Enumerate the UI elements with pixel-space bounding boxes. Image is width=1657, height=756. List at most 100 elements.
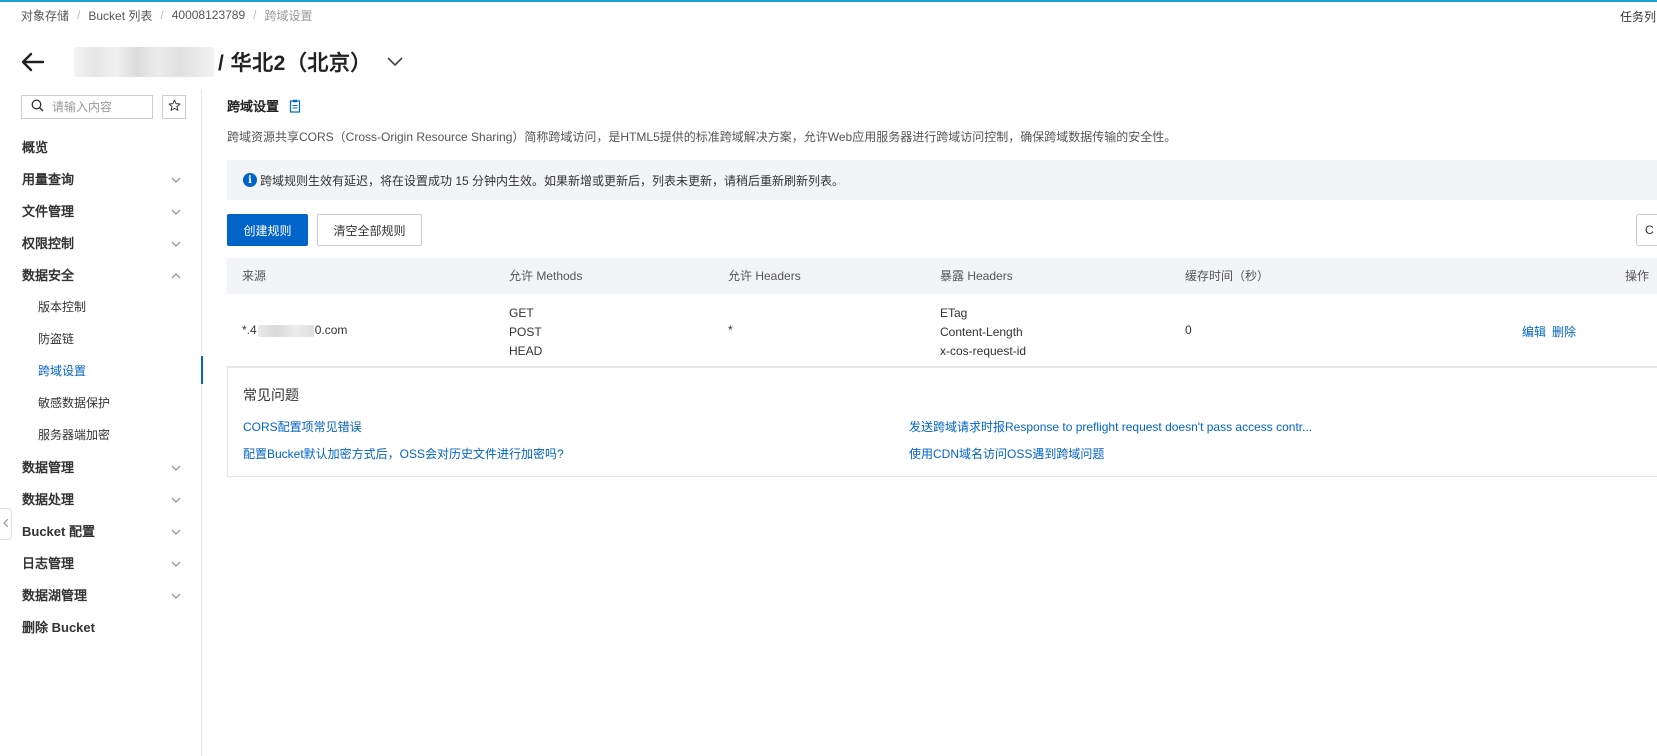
sidebar-item-server-encryption[interactable]: 服务器端加密 xyxy=(0,418,202,450)
chevron-down-icon xyxy=(171,523,181,538)
breadcrumb-current: 跨域设置 xyxy=(264,8,313,23)
sidebar-item-data-management[interactable]: 数据管理 xyxy=(0,450,202,482)
expose-header-value: x-cos-request-id xyxy=(940,344,1027,358)
sidebar-item-usage[interactable]: 用量查询 xyxy=(0,162,202,194)
chevron-up-icon xyxy=(171,267,181,282)
sidebar-item-data-processing[interactable]: 数据处理 xyxy=(0,482,202,514)
delete-link[interactable]: 删除 xyxy=(1552,323,1657,340)
breadcrumb-bucket-id[interactable]: 40008123789 xyxy=(172,8,245,22)
sidebar-item-overview[interactable]: 概览 xyxy=(0,130,202,162)
sidebar: 概览 用量查询 文件管理 权限控制 数据安全 版本控制 防盗链 跨域设置 敏感数… xyxy=(0,90,203,756)
chevron-down-icon[interactable] xyxy=(386,53,404,71)
column-header-cache-time: 缓存时间（秒） xyxy=(1185,269,1270,283)
sidebar-search[interactable] xyxy=(21,95,153,119)
sidebar-item-bucket-config[interactable]: Bucket 配置 xyxy=(0,514,202,546)
sidebar-item-versioning[interactable]: 版本控制 xyxy=(0,290,202,322)
section-header: 跨域设置 xyxy=(227,96,301,115)
section-title: 跨域设置 xyxy=(227,99,280,114)
notice-text: 跨域规则生效有延迟，将在设置成功 15 分钟内生效。如果新增或更新后，列表未更新… xyxy=(260,173,845,188)
method-value: GET xyxy=(509,306,534,320)
sidebar-item-cors[interactable]: 跨域设置 xyxy=(0,354,203,386)
breadcrumb-separator: / xyxy=(253,8,257,22)
sidebar-nav: 概览 用量查询 文件管理 权限控制 数据安全 版本控制 防盗链 跨域设置 敏感数… xyxy=(0,130,203,642)
favorite-star-button[interactable] xyxy=(162,95,186,119)
sidebar-item-label: 日志管理 xyxy=(22,555,75,571)
chevron-down-icon xyxy=(171,235,181,250)
column-header-methods: 允许 Methods xyxy=(509,269,583,283)
table-row: *.4 0.com GET POST HEAD * ETag Content-Le… xyxy=(227,294,1657,368)
star-icon xyxy=(168,99,181,115)
origin-suffix: 0.com xyxy=(314,323,348,337)
breadcrumb-bucket-list[interactable]: Bucket 列表 xyxy=(88,7,152,24)
sidebar-item-label: 文件管理 xyxy=(22,203,75,219)
breadcrumb-object-storage[interactable]: 对象存储 xyxy=(21,7,69,24)
search-input[interactable] xyxy=(52,100,147,114)
document-icon[interactable] xyxy=(289,99,301,113)
edit-link[interactable]: 编辑 xyxy=(1522,323,1546,340)
sidebar-item-delete-bucket[interactable]: 删除 Bucket xyxy=(0,610,202,642)
chevron-down-icon xyxy=(171,459,181,474)
chevron-down-icon xyxy=(171,203,181,218)
method-value: HEAD xyxy=(509,344,543,358)
chevron-down-icon xyxy=(171,171,181,186)
expose-header-value: Content-Length xyxy=(940,325,1023,339)
info-icon: i xyxy=(243,173,257,187)
bucket-name-redacted xyxy=(74,47,214,77)
page-title-row: / 华北2（北京） xyxy=(20,45,404,79)
sidebar-item-data-lake[interactable]: 数据湖管理 xyxy=(0,578,202,610)
cell-origin: *.4 0.com xyxy=(242,323,347,337)
notice-banner: i 跨域规则生效有延迟，将在设置成功 15 分钟内生效。如果新增或更新后，列表未… xyxy=(227,160,1657,200)
sidebar-item-label: 数据湖管理 xyxy=(22,587,88,603)
sidebar-item-label: 用量查询 xyxy=(22,171,75,187)
cell-expose-headers: ETag Content-Length x-cos-request-id xyxy=(940,304,1026,361)
sidebar-item-sensitive-data[interactable]: 敏感数据保护 xyxy=(0,386,202,418)
refresh-button[interactable]: C xyxy=(1636,214,1657,246)
faq-title: 常见问题 xyxy=(243,387,299,403)
faq-link-preflight-error[interactable]: 发送跨域请求时报Response to preflight request do… xyxy=(909,418,1312,435)
breadcrumb: 对象存储 / Bucket 列表 / 40008123789 / 跨域设置 xyxy=(21,7,313,23)
sidebar-collapse-handle[interactable] xyxy=(0,508,12,540)
back-arrow-icon[interactable] xyxy=(20,49,46,75)
sidebar-item-label: 数据管理 xyxy=(22,459,75,475)
sidebar-item-label: 数据安全 xyxy=(22,267,75,283)
column-header-allow-headers: 允许 Headers xyxy=(728,269,801,283)
column-header-origin: 来源 xyxy=(242,269,267,283)
chevron-left-icon xyxy=(2,517,9,531)
cors-rules-table: 来源 允许 Methods 允许 Headers 暴露 Headers 缓存时间… xyxy=(227,258,1657,368)
create-rule-button[interactable]: 创建规则 xyxy=(227,214,308,246)
sidebar-item-files[interactable]: 文件管理 xyxy=(0,194,202,226)
origin-prefix: *.4 xyxy=(242,323,257,337)
sidebar-item-logs[interactable]: 日志管理 xyxy=(0,546,202,578)
page-title: / 华北2（北京） xyxy=(218,52,372,75)
expose-header-value: ETag xyxy=(940,306,968,320)
sidebar-item-label: Bucket 配置 xyxy=(22,523,95,539)
chevron-down-icon xyxy=(171,555,181,570)
sidebar-item-data-security[interactable]: 数据安全 xyxy=(0,258,202,290)
cell-cache-time: 0 xyxy=(1185,323,1192,337)
cell-methods: GET POST HEAD xyxy=(509,304,542,361)
task-list-button[interactable]: 任务列 xyxy=(1620,8,1657,25)
sidebar-item-hotlink-protection[interactable]: 防盗链 xyxy=(0,322,202,354)
chevron-down-icon xyxy=(171,587,181,602)
sidebar-item-label: 数据处理 xyxy=(22,491,75,507)
origin-redacted xyxy=(257,324,314,337)
faq-link-cdn-cors[interactable]: 使用CDN域名访问OSS遇到跨域问题 xyxy=(909,445,1104,462)
chevron-down-icon xyxy=(171,491,181,506)
faq-panel: 常见问题 CORS配置项常见错误 发送跨域请求时报Response to pre… xyxy=(227,366,1657,477)
method-value: POST xyxy=(509,325,542,339)
sidebar-item-label: 删除 Bucket xyxy=(22,619,95,635)
sidebar-item-permissions[interactable]: 权限控制 xyxy=(0,226,202,258)
column-header-actions: 操作 xyxy=(1625,269,1650,283)
sidebar-item-label: 概览 xyxy=(22,139,49,155)
search-icon xyxy=(31,99,44,115)
column-header-expose-headers: 暴露 Headers xyxy=(940,269,1013,283)
table-header: 来源 允许 Methods 允许 Headers 暴露 Headers 缓存时间… xyxy=(227,258,1657,294)
sidebar-item-label: 权限控制 xyxy=(22,235,75,251)
top-accent-line xyxy=(0,0,1657,2)
breadcrumb-separator: / xyxy=(77,8,81,22)
clear-all-rules-button[interactable]: 清空全部规则 xyxy=(317,214,422,246)
cell-allow-headers: * xyxy=(728,323,733,337)
breadcrumb-separator: / xyxy=(160,8,164,22)
faq-link-cors-errors[interactable]: CORS配置项常见错误 xyxy=(243,418,362,435)
faq-link-encryption-history[interactable]: 配置Bucket默认加密方式后，OSS会对历史文件进行加密吗? xyxy=(243,445,564,462)
